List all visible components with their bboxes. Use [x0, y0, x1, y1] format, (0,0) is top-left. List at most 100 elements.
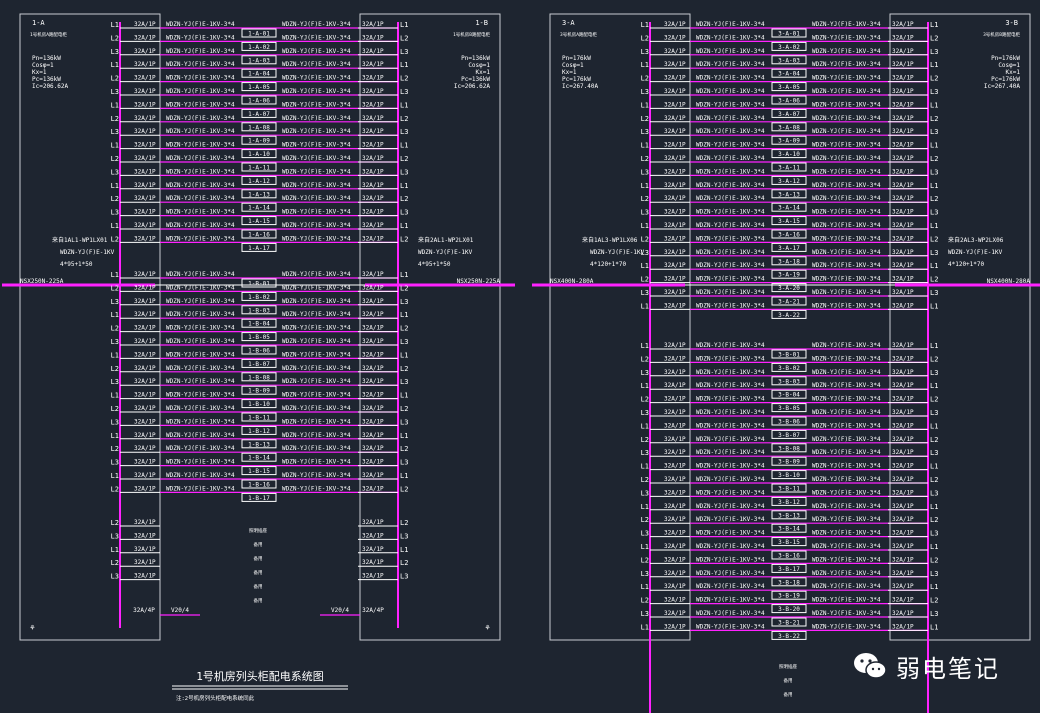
cable-right: WDZN-YJ(F)E-1KV-3*4	[282, 75, 351, 82]
cable-left: WDZN-YJ(F)E-1KV-3*4	[696, 382, 765, 389]
breaker-right-rating: 32A/1P	[892, 61, 914, 68]
phase-label-left: L2	[641, 556, 649, 564]
phase-label-left: L3	[641, 610, 649, 618]
breaker-right-rating: 32A/1P	[362, 271, 384, 278]
phase-label-left: L1	[111, 392, 119, 400]
breaker-left-rating: 32A/1P	[664, 503, 686, 510]
circuit-tag: 3-A-06	[778, 98, 800, 105]
phase-label-left: L1	[641, 302, 649, 310]
breaker-right-rating: 32A/1P	[362, 445, 384, 452]
cable-left: WDZN-YJ(F)E-1KV-3*4	[696, 530, 765, 537]
circuit-tag: 1-B-11	[248, 415, 270, 422]
phase-label-left: L1	[641, 422, 649, 430]
phase-label-left: L3	[641, 128, 649, 136]
cable-right: WDZN-YJ(F)E-1KV-3*4	[812, 409, 881, 416]
cable-left: WDZN-YJ(F)E-1KV-3*4	[696, 355, 765, 362]
breaker-left-rating: 32A/1P	[664, 396, 686, 403]
circuit-tag: 3-A-13	[778, 191, 800, 198]
phase-label-left: L3	[111, 459, 119, 467]
phase-label-right: L2	[930, 516, 938, 524]
cable-right: WDZN-YJ(F)E-1KV-3*4	[812, 476, 881, 483]
feed-right: 4*120+1*70	[948, 261, 985, 268]
phase-label-right: L2	[400, 75, 408, 83]
breaker-right-rating: 32A/1P	[892, 503, 914, 510]
breaker-4p-right: 32A/4P	[362, 607, 384, 614]
breaker-right-rating: 32A/1P	[362, 222, 384, 229]
cable-left: WDZN-YJ(F)E-1KV-3*4	[166, 472, 235, 479]
cable-left: WDZN-YJ(F)E-1KV-3*4	[166, 459, 235, 466]
breaker-left-rating: 32A/1P	[664, 101, 686, 108]
breaker-left-rating: 32A/1P	[134, 88, 156, 95]
cable-right: WDZN-YJ(F)E-1KV-3*4	[812, 182, 881, 189]
cable-left: WDZN-YJ(F)E-1KV-3*4	[696, 503, 765, 510]
phase-label-left: L3	[641, 369, 649, 377]
breaker-left-rating: 32A/1P	[134, 271, 156, 278]
cable-left: WDZN-YJ(F)E-1KV-3*4	[166, 142, 235, 149]
circuit-tag: 1-B-15	[248, 468, 270, 475]
cable-right: WDZN-YJ(F)E-1KV-3*4	[812, 610, 881, 617]
cable-left: WDZN-YJ(F)E-1KV-3*4	[696, 396, 765, 403]
phase-label-right: L1	[930, 182, 938, 190]
circuit-tag: 1-B-14	[248, 455, 270, 462]
cable-left: WDZN-YJ(F)E-1KV-3*4	[166, 235, 235, 242]
phase-label-left: L3	[111, 298, 119, 306]
phase-label-left: L3	[641, 530, 649, 538]
param-right: Pc=136kW	[461, 76, 490, 83]
cable-right: WDZN-YJ(F)E-1KV-3*4	[812, 168, 881, 175]
breaker-right-rating: 32A/1P	[362, 365, 384, 372]
breaker-right-rating: 32A/1P	[892, 597, 914, 604]
cable-left: WDZN-YJ(F)E-1KV-3*4	[696, 182, 765, 189]
breaker-left-rating: 32A/1P	[664, 182, 686, 189]
breaker-right-rating: 32A/1P	[892, 516, 914, 523]
breaker-right-rating: 32A/1P	[892, 422, 914, 429]
drawing-layer: 1-A1号机房A路配电柜1-B1号机房B路配电柜Pn=136kWCosφ=1Kx…	[2, 13, 1040, 713]
phase-label-left: L2	[641, 476, 649, 484]
phase-label-right: L2	[930, 436, 938, 444]
phase-label-left: L3	[641, 489, 649, 497]
phase-label-right: L3	[400, 168, 408, 176]
phase-label-right: L3	[930, 369, 938, 377]
phase-label-right: L2	[400, 284, 408, 292]
cable-left: WDZN-YJ(F)E-1KV-3*4	[696, 101, 765, 108]
phase-label-left: L1	[641, 583, 649, 591]
circuit-tag: 3-A-16	[778, 232, 800, 239]
breaker-left-rating: 32A/1P	[664, 583, 686, 590]
breaker-4p-left: 32A/4P	[133, 607, 155, 614]
phase-label-right: L1	[930, 422, 938, 430]
breaker-right-rating: 32A/1P	[892, 209, 914, 216]
phase-label-left: L1	[111, 182, 119, 190]
breaker-left-rating: 32A/1P	[664, 75, 686, 82]
phase-label-right: L1	[400, 182, 408, 190]
circuit-tag: 1-A-09	[248, 138, 270, 145]
cable-left: WDZN-YJ(F)E-1KV-3*4	[166, 271, 235, 278]
cable-right: WDZN-YJ(F)E-1KV-3*4	[812, 262, 881, 269]
breaker-left-rating: 32A/1P	[664, 476, 686, 483]
circuit-tag: 3-B-05	[778, 405, 800, 412]
cable-left: WDZN-YJ(F)E-1KV-3*4	[696, 276, 765, 283]
cable-left: WDZN-YJ(F)E-1KV-3*4	[696, 48, 765, 55]
cable-right: WDZN-YJ(F)E-1KV-3*4	[282, 271, 351, 278]
breaker-left-rating: 32A/1P	[664, 88, 686, 95]
cable-right: WDZN-YJ(F)E-1KV-3*4	[282, 392, 351, 399]
cable-left: WDZN-YJ(F)E-1KV-3*4	[166, 351, 235, 358]
phase-label-right: L3	[930, 88, 938, 96]
phase-label-left: L2	[111, 519, 119, 527]
circuit-tag: 1-B-06	[248, 348, 270, 355]
phase-label-left: L1	[641, 543, 649, 551]
breaker-right-rating: 32A/1P	[892, 34, 914, 41]
phase-label-left: L3	[641, 88, 649, 96]
cable-left: WDZN-YJ(F)E-1KV-3*4	[166, 284, 235, 291]
phase-label-right: L2	[400, 115, 408, 123]
cable-right: WDZN-YJ(F)E-1KV-3*4	[282, 209, 351, 216]
cable-left: WDZN-YJ(F)E-1KV-3*4	[166, 88, 235, 95]
cable-right: WDZN-YJ(F)E-1KV-3*4	[282, 48, 351, 55]
circuit-tag: 3-B-03	[778, 378, 800, 385]
breaker-right-rating: 32A/1P	[892, 88, 914, 95]
phase-label-left: L3	[641, 289, 649, 297]
phase-label-right: L1	[930, 302, 938, 310]
circuit-tag: 3-B-04	[778, 392, 800, 399]
cable-left: WDZN-YJ(F)E-1KV-3*4	[696, 449, 765, 456]
circuit-tag: 1-A-06	[248, 98, 270, 105]
cable-left: WDZN-YJ(F)E-1KV-3*4	[166, 155, 235, 162]
cable-right: WDZN-YJ(F)E-1KV-3*4	[812, 530, 881, 537]
